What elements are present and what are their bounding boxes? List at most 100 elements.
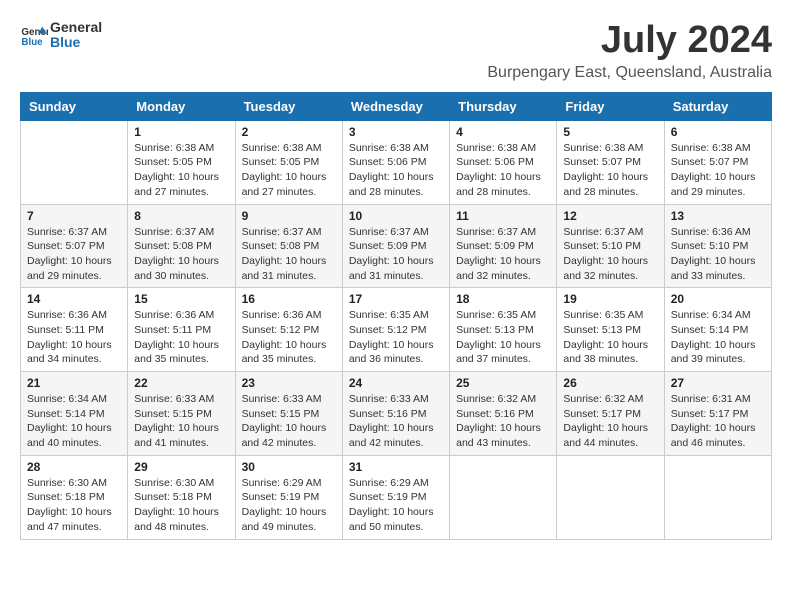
calendar-day-cell: 30 Sunrise: 6:29 AMSunset: 5:19 PMDayligh… [235,455,342,539]
calendar-week-row: 1 Sunrise: 6:38 AMSunset: 5:05 PMDaylight… [21,120,772,204]
day-number: 16 [242,292,336,306]
calendar-day-cell: 31 Sunrise: 6:29 AMSunset: 5:19 PMDayligh… [342,455,449,539]
day-number: 27 [671,376,765,390]
day-info: Sunrise: 6:32 AMSunset: 5:17 PMDaylight:… [563,392,657,451]
day-info: Sunrise: 6:37 AMSunset: 5:07 PMDaylight:… [27,225,121,284]
day-info: Sunrise: 6:32 AMSunset: 5:16 PMDaylight:… [456,392,550,451]
day-of-week-header: Tuesday [235,92,342,120]
calendar-day-cell [450,455,557,539]
calendar-day-cell: 6 Sunrise: 6:38 AMSunset: 5:07 PMDaylight… [664,120,771,204]
day-number: 24 [349,376,443,390]
calendar-day-cell: 18Sunrise: 6:35 AMSunset: 5:13 PMDayligh… [450,288,557,372]
calendar-day-cell: 16 Sunrise: 6:36 AMSunset: 5:12 PMDayligh… [235,288,342,372]
title-section: July 2024 Burpengary East, Queensland, A… [487,20,772,82]
calendar-day-cell [664,455,771,539]
calendar-day-cell: 7 Sunrise: 6:37 AMSunset: 5:07 PMDaylight… [21,204,128,288]
day-number: 8 [134,209,228,223]
calendar-day-cell: 9 Sunrise: 6:37 AMSunset: 5:08 PMDaylight… [235,204,342,288]
day-number: 15 [134,292,228,306]
day-info: Sunrise: 6:38 AMSunset: 5:06 PMDaylight:… [349,141,443,200]
calendar-day-cell: 25Sunrise: 6:32 AMSunset: 5:16 PMDayligh… [450,372,557,456]
day-info: Sunrise: 6:37 AMSunset: 5:09 PMDaylight:… [456,225,550,284]
day-number: 28 [27,460,121,474]
day-info: Sunrise: 6:38 AMSunset: 5:05 PMDaylight:… [242,141,336,200]
day-info: Sunrise: 6:30 AMSunset: 5:18 PMDaylight:… [134,476,228,535]
day-of-week-header: Saturday [664,92,771,120]
day-number: 21 [27,376,121,390]
day-info: Sunrise: 6:29 AMSunset: 5:19 PMDaylight:… [349,476,443,535]
page-header: General Blue General Blue July 2024 Burp… [20,20,772,82]
day-info: Sunrise: 6:35 AMSunset: 5:13 PMDaylight:… [563,308,657,367]
svg-text:Blue: Blue [21,37,43,48]
day-number: 30 [242,460,336,474]
calendar-day-cell: 27Sunrise: 6:31 AMSunset: 5:17 PMDayligh… [664,372,771,456]
day-number: 22 [134,376,228,390]
calendar-day-cell: 22Sunrise: 6:33 AMSunset: 5:15 PMDayligh… [128,372,235,456]
calendar-day-cell: 3Sunrise: 6:38 AMSunset: 5:06 PMDaylight… [342,120,449,204]
day-number: 9 [242,209,336,223]
calendar-day-cell: 15 Sunrise: 6:36 AMSunset: 5:11 PMDayligh… [128,288,235,372]
day-info: Sunrise: 6:36 AMSunset: 5:10 PMDaylight:… [671,225,765,284]
calendar-table: SundayMondayTuesdayWednesdayThursdayFrid… [20,92,772,540]
day-info: Sunrise: 6:36 AMSunset: 5:11 PMDaylight:… [27,308,121,367]
calendar-day-cell: 23Sunrise: 6:33 AMSunset: 5:15 PMDayligh… [235,372,342,456]
calendar-day-cell: 24 Sunrise: 6:33 AMSunset: 5:16 PMDayligh… [342,372,449,456]
day-number: 19 [563,292,657,306]
calendar-day-cell: 10 Sunrise: 6:37 AMSunset: 5:09 PMDayligh… [342,204,449,288]
day-of-week-header: Thursday [450,92,557,120]
day-number: 23 [242,376,336,390]
day-info: Sunrise: 6:38 AMSunset: 5:06 PMDaylight:… [456,141,550,200]
day-info: Sunrise: 6:35 AMSunset: 5:12 PMDaylight:… [349,308,443,367]
day-info: Sunrise: 6:38 AMSunset: 5:07 PMDaylight:… [671,141,765,200]
day-info: Sunrise: 6:30 AMSunset: 5:18 PMDaylight:… [27,476,121,535]
day-number: 31 [349,460,443,474]
calendar-body: 1 Sunrise: 6:38 AMSunset: 5:05 PMDaylight… [21,120,772,539]
calendar-week-row: 21Sunrise: 6:34 AMSunset: 5:14 PMDayligh… [21,372,772,456]
day-number: 12 [563,209,657,223]
calendar-day-cell: 20Sunrise: 6:34 AMSunset: 5:14 PMDayligh… [664,288,771,372]
day-of-week-header: Monday [128,92,235,120]
logo-line2: Blue [50,35,102,50]
day-info: Sunrise: 6:33 AMSunset: 5:16 PMDaylight:… [349,392,443,451]
day-number: 13 [671,209,765,223]
calendar-day-cell [21,120,128,204]
day-info: Sunrise: 6:37 AMSunset: 5:08 PMDaylight:… [134,225,228,284]
main-title: July 2024 [487,20,772,62]
day-number: 5 [563,125,657,139]
calendar-day-cell: 11Sunrise: 6:37 AMSunset: 5:09 PMDayligh… [450,204,557,288]
day-number: 29 [134,460,228,474]
calendar-day-cell: 26 Sunrise: 6:32 AMSunset: 5:17 PMDayligh… [557,372,664,456]
calendar-day-cell: 1Sunrise: 6:38 AMSunset: 5:05 PMDaylight… [128,120,235,204]
calendar-day-cell: 14Sunrise: 6:36 AMSunset: 5:11 PMDayligh… [21,288,128,372]
calendar-week-row: 7 Sunrise: 6:37 AMSunset: 5:07 PMDaylight… [21,204,772,288]
calendar-day-cell: 2Sunrise: 6:38 AMSunset: 5:05 PMDaylight… [235,120,342,204]
day-info: Sunrise: 6:36 AMSunset: 5:11 PMDaylight:… [134,308,228,367]
subtitle: Burpengary East, Queensland, Australia [487,64,772,82]
calendar-day-cell: 19 Sunrise: 6:35 AMSunset: 5:13 PMDayligh… [557,288,664,372]
day-number: 7 [27,209,121,223]
calendar-day-cell [557,455,664,539]
day-number: 10 [349,209,443,223]
day-info: Sunrise: 6:29 AMSunset: 5:19 PMDaylight:… [242,476,336,535]
day-info: Sunrise: 6:37 AMSunset: 5:09 PMDaylight:… [349,225,443,284]
day-number: 26 [563,376,657,390]
calendar-day-cell: 21Sunrise: 6:34 AMSunset: 5:14 PMDayligh… [21,372,128,456]
calendar-day-cell: 4 Sunrise: 6:38 AMSunset: 5:06 PMDaylight… [450,120,557,204]
day-info: Sunrise: 6:35 AMSunset: 5:13 PMDaylight:… [456,308,550,367]
day-of-week-header: Sunday [21,92,128,120]
logo-line1: General [50,20,102,35]
calendar-day-cell: 13 Sunrise: 6:36 AMSunset: 5:10 PMDayligh… [664,204,771,288]
day-number: 20 [671,292,765,306]
calendar-day-cell: 12Sunrise: 6:37 AMSunset: 5:10 PMDayligh… [557,204,664,288]
day-info: Sunrise: 6:37 AMSunset: 5:08 PMDaylight:… [242,225,336,284]
day-number: 1 [134,125,228,139]
calendar-week-row: 28 Sunrise: 6:30 AMSunset: 5:18 PMDayligh… [21,455,772,539]
day-of-week-header: Friday [557,92,664,120]
calendar-header: SundayMondayTuesdayWednesdayThursdayFrid… [21,92,772,120]
day-number: 6 [671,125,765,139]
logo: General Blue General Blue [20,20,102,51]
day-info: Sunrise: 6:38 AMSunset: 5:07 PMDaylight:… [563,141,657,200]
day-info: Sunrise: 6:36 AMSunset: 5:12 PMDaylight:… [242,308,336,367]
calendar-day-cell: 17Sunrise: 6:35 AMSunset: 5:12 PMDayligh… [342,288,449,372]
day-number: 4 [456,125,550,139]
